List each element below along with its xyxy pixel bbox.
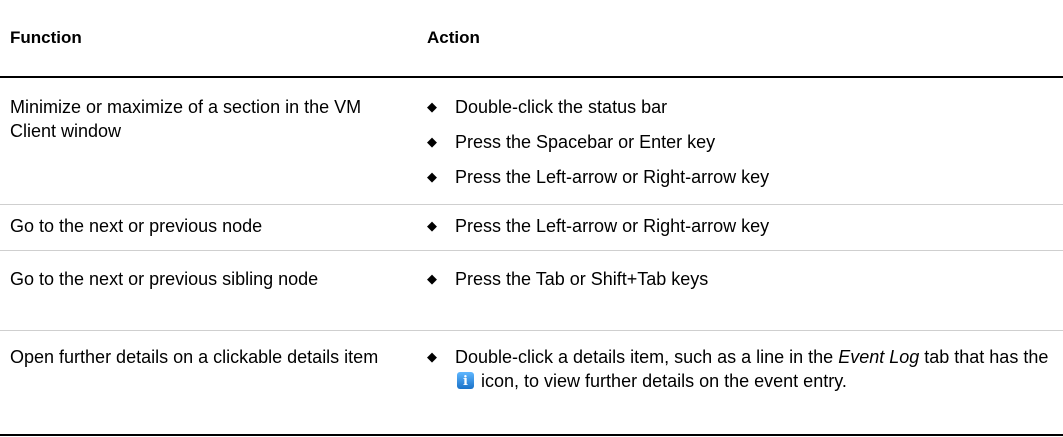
function-cell: Go to the next or previous sibling node bbox=[10, 269, 319, 289]
event-log-tab-name: Event Log bbox=[838, 347, 920, 367]
bullet-diamond-icon: ◆ bbox=[427, 218, 437, 233]
action-column-header: Action bbox=[427, 28, 480, 47]
header-rule bbox=[0, 76, 1063, 78]
action-text: Double-click a details item, such as a l… bbox=[455, 345, 1057, 394]
bullet-diamond-icon: ◆ bbox=[427, 134, 437, 149]
action-text-part: icon, to view further details on the eve… bbox=[476, 371, 847, 391]
action-text: Press the Tab or Shift+Tab keys bbox=[455, 269, 709, 289]
function-cell: Go to the next or previous node bbox=[10, 216, 263, 236]
table-bottom-rule bbox=[0, 434, 1063, 436]
action-text: Press the Spacebar or Enter key bbox=[455, 132, 716, 152]
bullet-diamond-icon: ◆ bbox=[427, 169, 437, 184]
shortcut-table: Function Action Minimize or maximize of … bbox=[0, 0, 1063, 437]
row-divider bbox=[0, 250, 1063, 251]
action-list-item: ◆ Press the Spacebar or Enter key bbox=[427, 130, 1057, 154]
row-divider bbox=[0, 330, 1063, 331]
action-text: Press the Left-arrow or Right-arrow key bbox=[455, 167, 770, 187]
bullet-diamond-icon: ◆ bbox=[427, 271, 437, 286]
action-text: Press the Left-arrow or Right-arrow key bbox=[455, 216, 770, 236]
function-column-header: Function bbox=[10, 28, 82, 47]
function-cell: Minimize or maximize of a section in the… bbox=[10, 97, 362, 141]
action-text-part: Double-click a details item, such as a l… bbox=[455, 347, 839, 367]
action-text: Double-click the status bar bbox=[455, 97, 668, 117]
bullet-diamond-icon: ◆ bbox=[427, 349, 437, 364]
table-header: Function Action bbox=[0, 0, 1063, 76]
info-icon bbox=[457, 370, 474, 394]
action-list-item: ◆ Press the Left-arrow or Right-arrow ke… bbox=[427, 165, 1057, 189]
action-list-item: ◆ Double-click the status bar bbox=[427, 95, 1057, 119]
action-list-item: ◆ Double-click a details item, such as a… bbox=[427, 345, 1057, 394]
row-divider bbox=[0, 204, 1063, 205]
action-list-item: ◆ Press the Tab or Shift+Tab keys bbox=[427, 267, 1057, 291]
action-list-item: ◆ Press the Left-arrow or Right-arrow ke… bbox=[427, 214, 1057, 238]
action-text-part: tab that has the bbox=[919, 347, 1049, 367]
bullet-diamond-icon: ◆ bbox=[427, 99, 437, 114]
function-cell: Open further details on a clickable deta… bbox=[10, 347, 379, 367]
